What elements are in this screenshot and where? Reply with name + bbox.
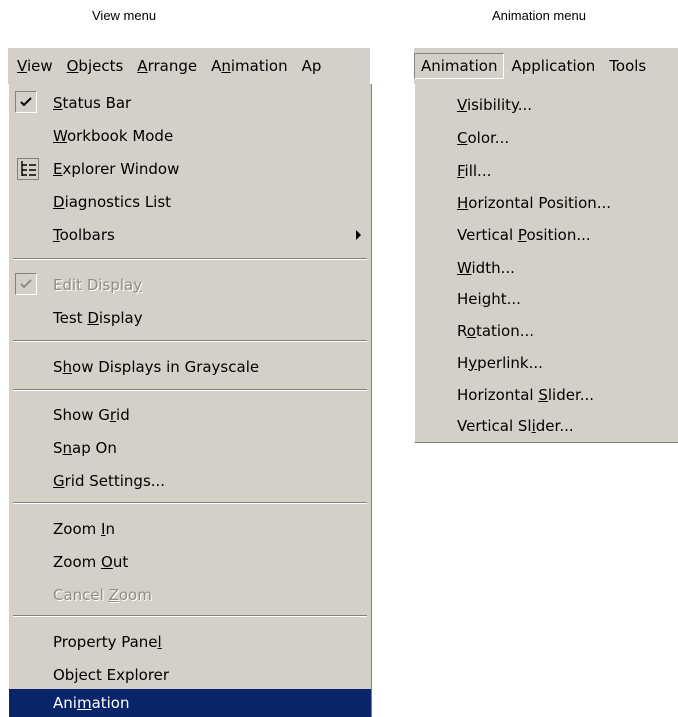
- menu-item-workbook-mode[interactable]: Workbook Mode: [9, 119, 371, 152]
- menu-item-explorer-window[interactable]: Explorer Window: [9, 152, 371, 185]
- menubar-item-tools[interactable]: Tools: [602, 53, 653, 79]
- menu-item-zoom-in[interactable]: Zoom In: [9, 512, 371, 545]
- menubar-item-objects[interactable]: Objects: [60, 53, 131, 79]
- menu-item-toolbars[interactable]: Toolbars: [9, 218, 371, 251]
- menu-item-edit-display: Edit Display: [9, 268, 371, 301]
- menubar-item-animation-open[interactable]: Animation: [414, 53, 505, 79]
- menubar-right: Animation Application Tools: [414, 48, 678, 84]
- menubar-item-arrange[interactable]: Arrange: [130, 53, 204, 79]
- menu-item-snap-on[interactable]: Snap On: [9, 431, 371, 464]
- menu-item-show-grid[interactable]: Show Grid: [9, 398, 371, 431]
- animation-menu: Visibility... Color... Fill... Horizonta…: [414, 84, 678, 443]
- menu-separator: [13, 340, 367, 342]
- checkmark-icon: [15, 91, 37, 113]
- menu-item-hyperlink[interactable]: Hyperlink...: [415, 346, 678, 379]
- menu-separator: [13, 615, 367, 617]
- menubar-item-application-truncated[interactable]: Ap: [295, 53, 329, 79]
- menu-item-rotation[interactable]: Rotation...: [415, 314, 678, 347]
- menubar-left: View Objects Arrange Animation Ap: [8, 48, 370, 84]
- menu-separator: [13, 389, 367, 391]
- menubar-item-view[interactable]: View: [8, 53, 60, 79]
- submenu-arrow-icon: [356, 230, 361, 240]
- menu-item-animation[interactable]: Animation: [9, 689, 371, 717]
- menubar-item-animation[interactable]: Animation: [204, 53, 295, 79]
- menu-item-horizontal-position[interactable]: Horizontal Position...: [415, 186, 678, 219]
- menu-item-vertical-position[interactable]: Vertical Position...: [415, 218, 678, 251]
- menu-item-property-panel[interactable]: Property Panel: [9, 625, 371, 658]
- menu-item-show-displays-grayscale[interactable]: Show Displays in Grayscale: [9, 350, 371, 383]
- menu-item-color[interactable]: Color...: [415, 121, 678, 154]
- view-menu-caption: View menu: [92, 8, 157, 23]
- menubar-item-application[interactable]: Application: [504, 53, 602, 79]
- menu-item-width[interactable]: Width...: [415, 251, 678, 284]
- menu-item-zoom-out[interactable]: Zoom Out: [9, 545, 371, 578]
- menu-item-diagnostics-list[interactable]: Diagnostics List: [9, 185, 371, 218]
- checkmark-icon: [15, 273, 37, 295]
- menu-separator: [13, 258, 367, 260]
- view-menu: Status Bar Workbook Mode Explorer Window…: [8, 84, 372, 717]
- menu-item-test-display[interactable]: Test Display: [9, 301, 371, 334]
- menu-item-vertical-slider[interactable]: Vertical Slider...: [415, 409, 678, 442]
- explorer-window-icon: [17, 158, 39, 184]
- menu-item-fill[interactable]: Fill...: [415, 154, 678, 187]
- menu-item-height[interactable]: Height...: [415, 282, 678, 315]
- menu-item-visibility[interactable]: Visibility...: [415, 88, 678, 121]
- menu-item-grid-settings[interactable]: Grid Settings...: [9, 464, 371, 497]
- menu-item-object-explorer[interactable]: Object Explorer: [9, 658, 371, 691]
- menu-item-cancel-zoom: Cancel Zoom: [53, 585, 152, 604]
- menu-item-horizontal-slider[interactable]: Horizontal Slider...: [415, 378, 678, 411]
- menu-separator: [13, 502, 367, 504]
- menu-item-status-bar[interactable]: Status Bar: [9, 86, 371, 119]
- animation-menu-caption: Animation menu: [492, 8, 586, 23]
